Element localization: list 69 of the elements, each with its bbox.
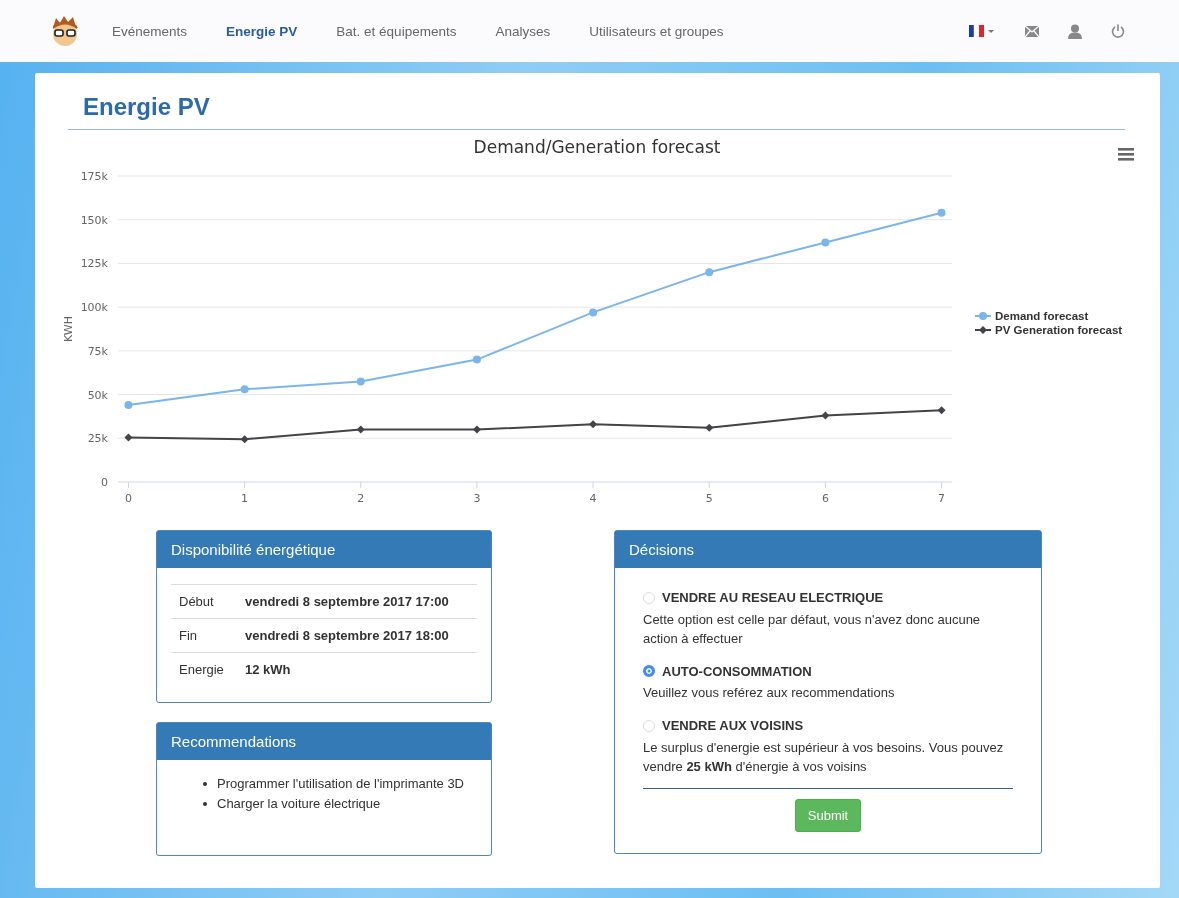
power-icon[interactable] <box>1111 24 1125 38</box>
nav-tab[interactable]: Utilisateurs et groupes <box>589 23 724 39</box>
data-point <box>589 308 598 317</box>
data-point <box>821 238 830 247</box>
mail-icon[interactable] <box>1025 25 1039 37</box>
data-point <box>472 355 481 364</box>
nav-tab[interactable]: Evénements <box>112 23 188 39</box>
x-tick-label: 2 <box>357 492 365 505</box>
y-tick-label: 125k <box>80 257 108 271</box>
panel-header: Recommendations <box>157 723 491 760</box>
bullet-icon <box>203 802 207 806</box>
nav-tab[interactable]: Bat. et équipements <box>336 23 457 39</box>
flag-dropdown-icon[interactable] <box>969 25 996 37</box>
data-point <box>589 420 598 429</box>
x-tick-label: 6 <box>821 492 829 505</box>
radio-button[interactable] <box>643 665 655 677</box>
legend-symbol-icon <box>974 312 992 320</box>
y-tick-label: 0 <box>101 476 108 489</box>
x-tick-label: 5 <box>705 492 713 505</box>
y-tick-label: 175k <box>80 170 108 183</box>
nav-tab[interactable]: Analyses <box>495 23 551 39</box>
table-cell: Fin <box>171 618 237 653</box>
data-point <box>124 433 133 442</box>
bullet-icon <box>203 782 207 786</box>
table-cell: Début <box>171 584 237 619</box>
table-cell: 12 kWh <box>237 652 477 686</box>
panel-header: Décisions <box>615 531 1041 568</box>
data-point <box>240 385 249 394</box>
x-tick-label: 4 <box>589 492 597 505</box>
y-tick-label: 50k <box>87 388 108 402</box>
user-icon[interactable] <box>1068 23 1082 39</box>
x-tick-label: 1 <box>241 492 249 505</box>
data-point <box>937 208 946 217</box>
table-cell: vendredi 8 septembre 2017 17:00 <box>237 584 477 619</box>
y-tick-label: 75k <box>87 344 108 358</box>
data-point <box>356 377 365 386</box>
chart-title: Demand/Generation forecast <box>473 137 721 157</box>
legend-symbol-icon <box>974 326 992 334</box>
option-description: Le surplus d'energie est supérieur à vos besoins. Vous pouvez vendre 25 kWh d'énergie à vos voisins <box>643 738 1005 776</box>
option-description: Veuillez vous reférez aux recommendations <box>643 684 896 702</box>
x-tick-label: 0 <box>124 492 132 505</box>
legend-item[interactable]: Demand forecast <box>995 310 1089 322</box>
recommendation-text: Charger la voiture électrique <box>217 795 381 813</box>
y-tick-label: 150k <box>80 213 108 227</box>
recommendation-text: Programmer l'utilisation de l'imprimante 3D <box>217 775 464 793</box>
data-point <box>705 423 714 432</box>
chart-menu-icon[interactable] <box>1118 148 1134 161</box>
data-point <box>240 435 249 444</box>
y-tick-label: 100k <box>80 301 108 315</box>
y-tick-label: 25k <box>87 432 108 446</box>
radio-option[interactable]: VENDRE AU RESEAU ELECTRIQUE <box>643 590 884 605</box>
panel-header: Disponibilité énergétique <box>157 531 491 568</box>
data-point <box>937 406 946 415</box>
data-point <box>356 425 365 434</box>
radio-option[interactable]: AUTO-CONSOMMATION <box>643 663 812 679</box>
legend-item[interactable]: PV Generation forecast <box>995 324 1123 336</box>
option-description: Cette option est celle par défaut, vous n'avez donc aucune action à effectuer <box>643 610 982 648</box>
radio-option[interactable]: VENDRE AUX VOISINS <box>643 718 804 733</box>
x-tick-label: 7 <box>938 492 946 505</box>
nav-tab[interactable]: Energie PV <box>226 23 298 39</box>
x-tick-label: 3 <box>473 492 481 505</box>
table-cell: vendredi 8 septembre 2017 18:00 <box>237 618 477 653</box>
data-point <box>472 425 481 434</box>
page-title: Energie PV <box>68 73 1125 130</box>
data-point <box>821 411 830 420</box>
y-axis-title: KWH <box>62 316 75 342</box>
table-cell: Energie <box>171 652 237 686</box>
data-point <box>705 268 714 277</box>
data-point <box>124 401 133 410</box>
